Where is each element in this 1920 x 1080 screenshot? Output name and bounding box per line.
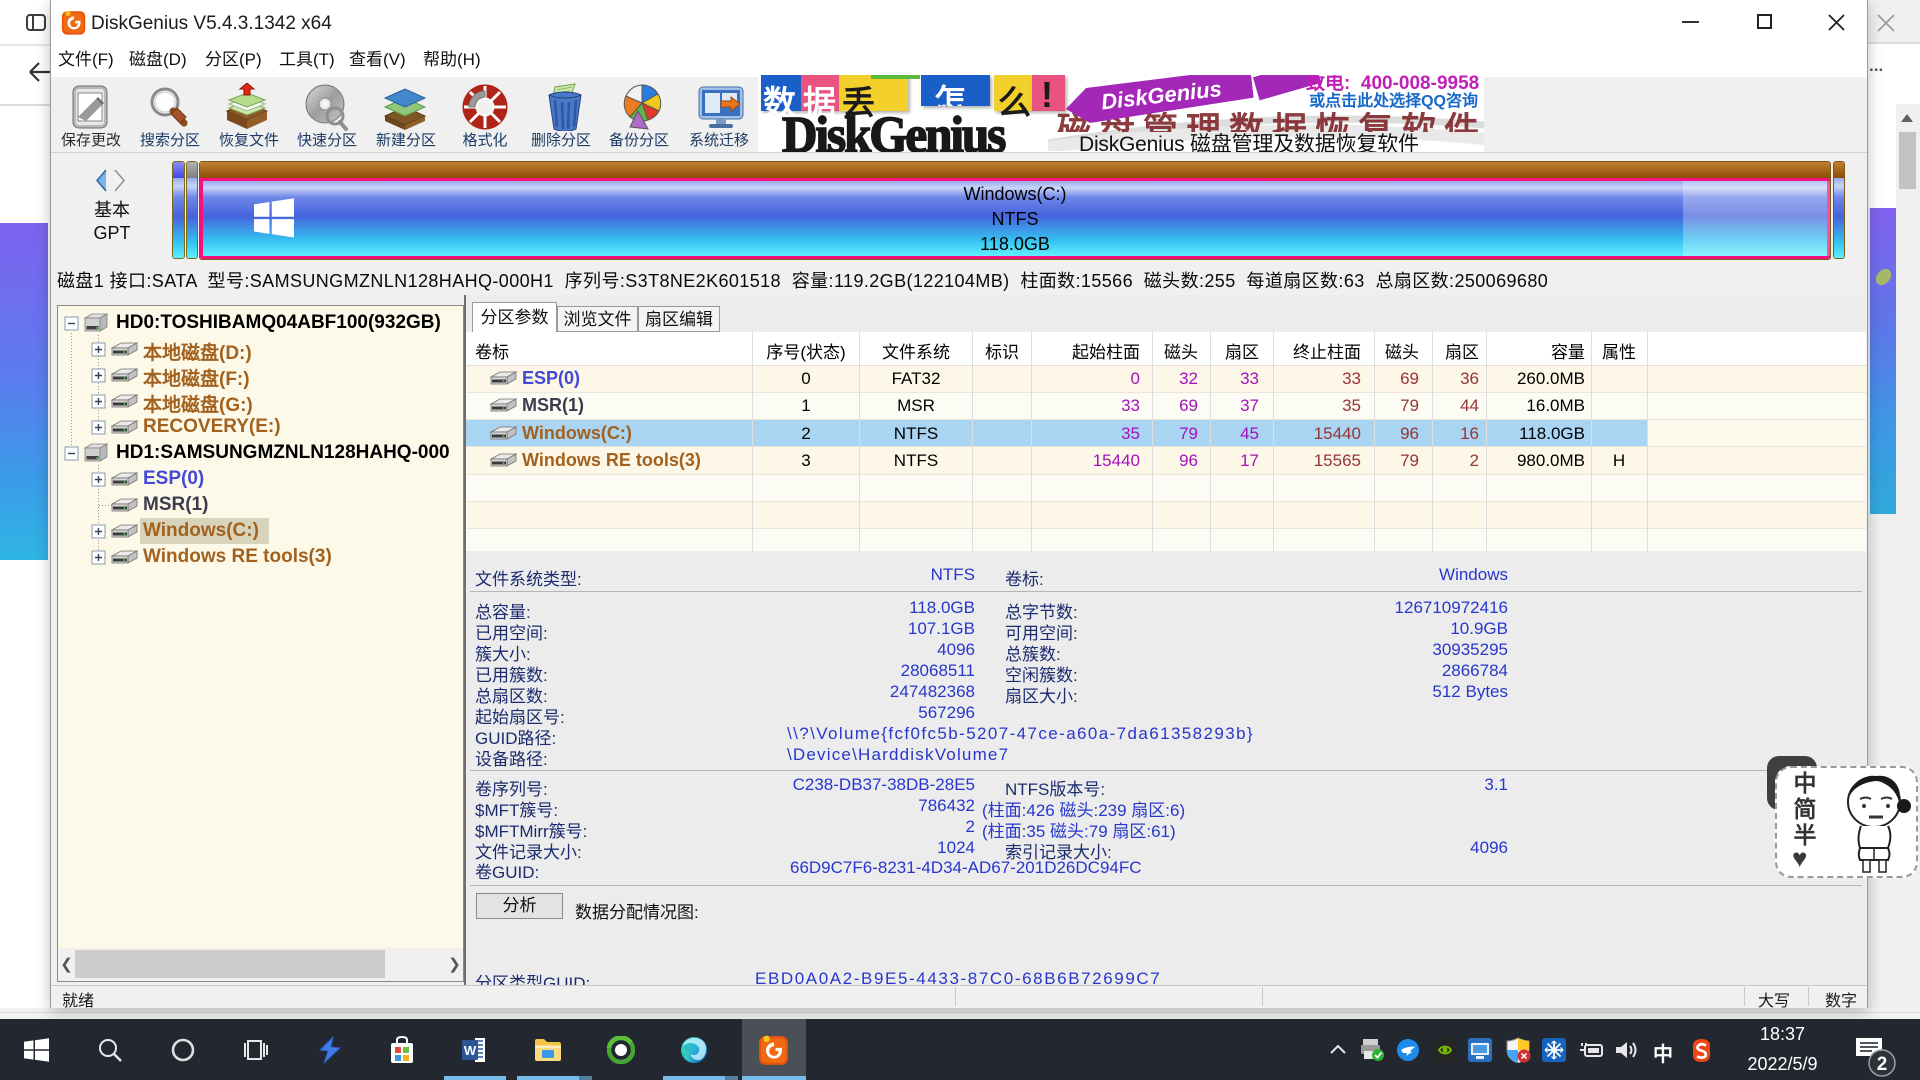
svg-text:W: W [464,1043,477,1058]
svg-text:2: 2 [1877,1054,1888,1075]
